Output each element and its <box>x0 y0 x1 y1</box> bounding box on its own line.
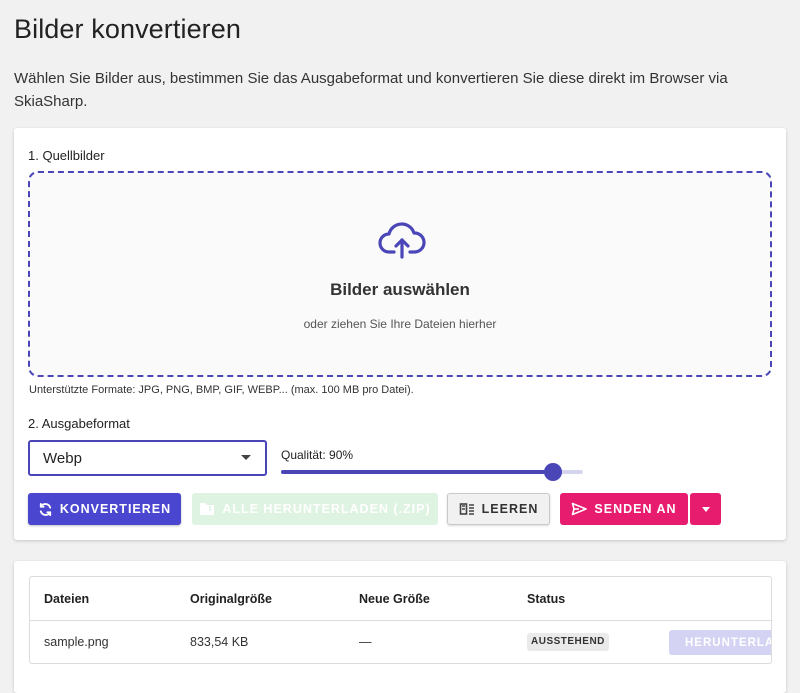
column-header-files: Dateien <box>44 592 90 606</box>
quality-slider[interactable] <box>281 463 583 481</box>
download-all-zip-label: ALLE HERUNTERLADEN (.ZIP) <box>222 502 431 516</box>
send-to-button[interactable]: SENDEN AN <box>560 493 688 525</box>
column-header-new-size: Neue Größe <box>359 592 430 606</box>
send-icon <box>572 502 588 516</box>
quality-slider-fill <box>281 470 553 474</box>
column-header-status: Status <box>527 592 566 606</box>
cell-file-name: sample.png <box>44 635 109 649</box>
clear-list-icon <box>459 503 474 515</box>
dropzone-title: Bilder auswählen <box>330 280 470 299</box>
clear-button[interactable]: LEEREN <box>447 493 550 525</box>
row-download-button[interactable]: HERUNTERLADEN <box>669 630 771 655</box>
convert-button[interactable]: KONVERTIEREN <box>28 493 181 525</box>
chevron-down-icon <box>241 455 251 460</box>
folder-zip-icon <box>200 503 215 515</box>
cell-new-size: — <box>359 635 372 649</box>
table-divider <box>30 620 771 621</box>
sync-icon <box>39 502 51 516</box>
output-section-label: 2. Ausgabeformat <box>28 416 130 431</box>
supported-formats-hint: Unterstützte Formate: JPG, PNG, BMP, GIF… <box>29 384 414 396</box>
quality-slider-thumb[interactable] <box>543 463 562 481</box>
cell-original-size: 833,54 KB <box>190 635 249 649</box>
image-dropzone[interactable]: Bilder auswählen oder ziehen Sie Ihre Da… <box>28 171 772 377</box>
send-to-label: SENDEN AN <box>594 502 677 516</box>
converter-card: 1. Quellbilder Bilder auswählen oder zie… <box>14 128 786 540</box>
files-card: Dateien Originalgröße Neue Größe Status … <box>14 561 786 693</box>
dropzone-subtitle: oder ziehen Sie Ihre Dateien hierher <box>303 317 497 331</box>
convert-button-label: KONVERTIEREN <box>59 502 172 516</box>
output-format-select[interactable]: Webp <box>28 440 267 476</box>
quality-label: Qualität: 90% <box>281 448 354 462</box>
page-title: Bilder konvertieren <box>14 14 242 44</box>
column-header-original-size: Originalgröße <box>190 592 272 606</box>
cloud-upload-icon <box>378 222 426 259</box>
download-all-zip-button[interactable]: ALLE HERUNTERLADEN (.ZIP) <box>192 493 438 525</box>
send-to-dropdown-button[interactable] <box>690 493 721 525</box>
page-intro: Wählen Sie Bilder aus, bestimmen Sie das… <box>14 70 728 110</box>
clear-button-label: LEEREN <box>481 502 539 516</box>
row-download-label: HERUNTERLADEN <box>685 636 771 649</box>
files-table: Dateien Originalgröße Neue Größe Status … <box>29 576 772 664</box>
output-format-value: Webp <box>43 450 82 467</box>
source-section-label: 1. Quellbilder <box>28 148 105 163</box>
status-badge: AUSSTEHEND <box>527 633 609 651</box>
caret-down-icon <box>701 506 710 512</box>
